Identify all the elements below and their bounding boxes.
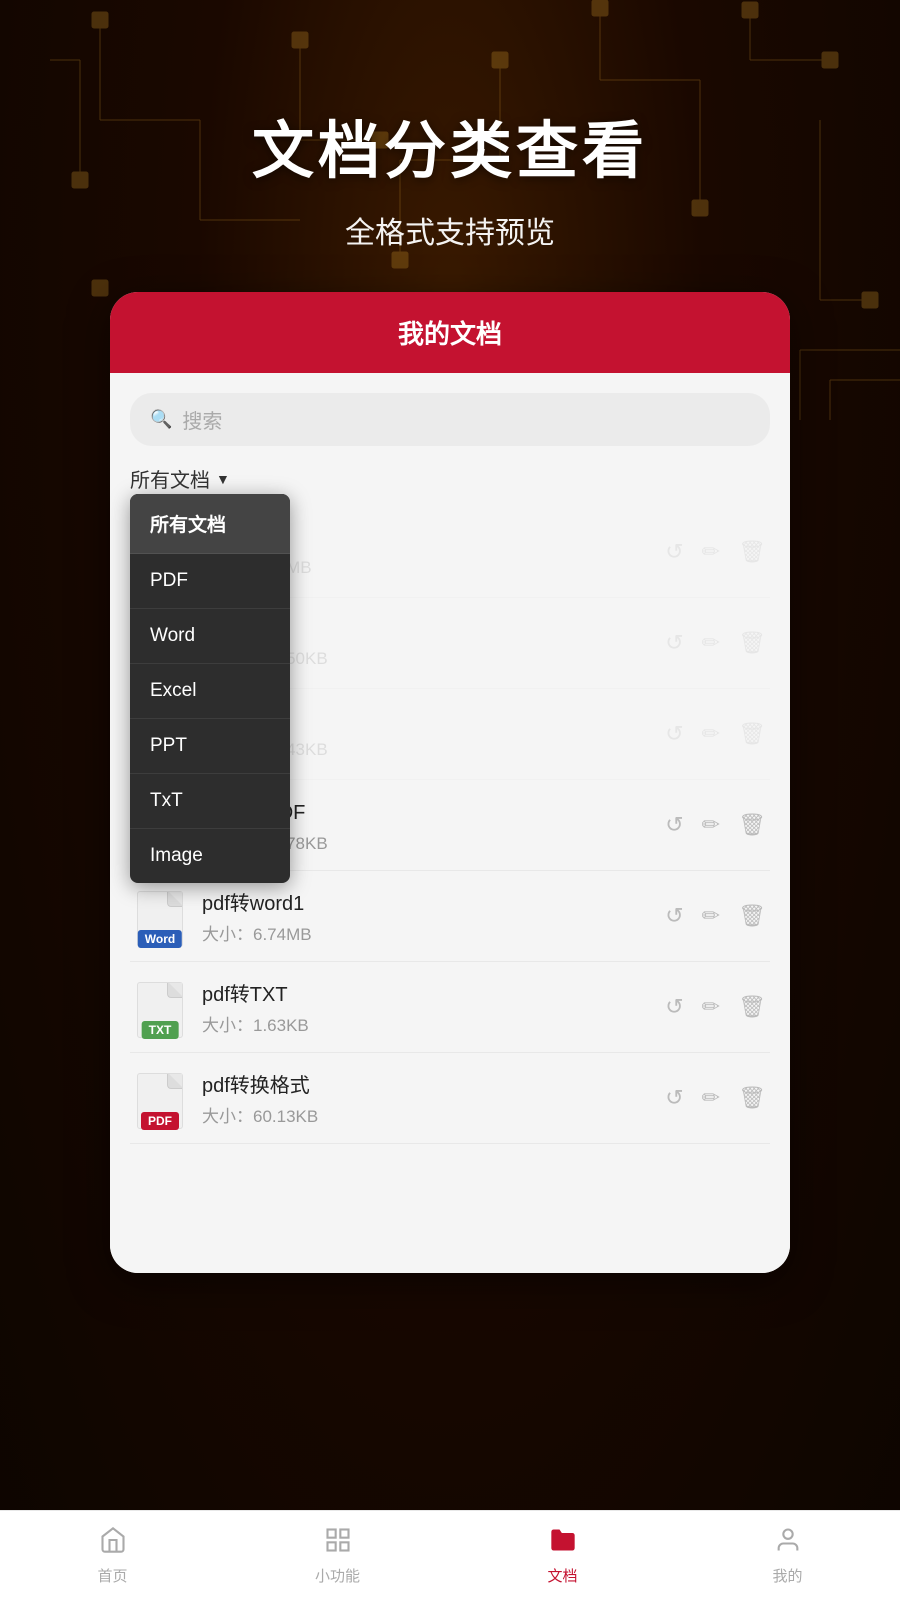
dropdown-item-excel[interactable]: Excel	[130, 664, 290, 719]
search-icon: 🔍	[150, 409, 172, 430]
nav-item-home[interactable]: 首页	[0, 1511, 225, 1600]
file-badge: PDF	[141, 1112, 179, 1130]
file-name: pdf转TXT	[202, 978, 649, 1007]
file-name: pdf转word1	[202, 887, 649, 916]
search-bar[interactable]: 🔍 搜索	[130, 393, 770, 446]
nav-item-tools[interactable]: 小功能	[225, 1511, 450, 1600]
file-info: pdf转TXT 大小：1.63KB	[202, 978, 649, 1036]
file-icon-paper: PDF	[137, 1073, 183, 1129]
share-icon[interactable]: ↺	[665, 1085, 683, 1111]
card-header: 我的文档	[110, 292, 790, 373]
search-placeholder-text: 搜索	[182, 405, 222, 434]
filter-label: 所有文档	[130, 464, 210, 493]
nav-item-docs[interactable]: 文档	[450, 1511, 675, 1600]
nav-label-profile: 我的	[772, 1565, 802, 1586]
file-info: pdf转换格式 大小：60.13KB	[202, 1069, 649, 1127]
edit-icon[interactable]: ✏	[702, 630, 720, 656]
file-size: 大小：6.74MB	[202, 920, 649, 945]
delete-icon[interactable]: 🗑	[738, 1085, 766, 1111]
dropdown-item-all[interactable]: 所有文档	[130, 494, 290, 554]
dropdown-item-word[interactable]: Word	[130, 609, 290, 664]
dropdown-item-pdf[interactable]: PDF	[130, 554, 290, 609]
card-body: 🔍 搜索 所有文档 ▼ 所有文档 PDF Word Excel PPT TxT …	[110, 373, 790, 1273]
card-header-title: 我的文档	[130, 314, 770, 351]
delete-icon[interactable]: 🗑	[738, 630, 766, 656]
header-subtitle: 全格式支持预览	[0, 208, 900, 252]
nav-item-profile[interactable]: 我的	[675, 1511, 900, 1600]
file-badge: Word	[138, 930, 182, 948]
file-size: 大小：60.13KB	[202, 1102, 649, 1127]
edit-icon[interactable]: ✏	[702, 994, 720, 1020]
nav-label-home: 首页	[97, 1565, 127, 1586]
file-badge: TXT	[142, 1021, 179, 1039]
filter-arrow-icon[interactable]: ▼	[216, 471, 230, 487]
file-item[interactable]: Word pdf转word1 大小：6.74MB ↺ ✏ 🗑	[130, 871, 770, 962]
delete-icon[interactable]: 🗑	[738, 721, 766, 747]
file-icon: Word	[134, 885, 186, 947]
file-icon-paper: Word	[137, 891, 183, 947]
home-icon	[99, 1526, 127, 1561]
bottom-nav: 首页 小功能 文档 我的	[0, 1510, 900, 1600]
header-section: 文档分类查看 全格式支持预览	[0, 0, 900, 252]
file-size: 大小：1.63KB	[202, 1011, 649, 1036]
edit-icon[interactable]: ✏	[702, 539, 720, 565]
delete-icon[interactable]: 🗑	[738, 539, 766, 565]
dropdown-item-image[interactable]: Image	[130, 829, 290, 883]
edit-icon[interactable]: ✏	[702, 903, 720, 929]
edit-icon[interactable]: ✏	[702, 812, 720, 838]
share-icon[interactable]: ↺	[665, 721, 683, 747]
person-icon	[774, 1526, 802, 1561]
file-actions: ↺ ✏ 🗑	[665, 1085, 766, 1111]
share-icon[interactable]: ↺	[665, 539, 683, 565]
share-icon[interactable]: ↺	[665, 630, 683, 656]
edit-icon[interactable]: ✏	[702, 721, 720, 747]
file-icon-paper: TXT	[137, 982, 183, 1038]
delete-icon[interactable]: 🗑	[738, 903, 766, 929]
share-icon[interactable]: ↺	[665, 903, 683, 929]
dropdown-item-ppt[interactable]: PPT	[130, 719, 290, 774]
file-icon: TXT	[134, 976, 186, 1038]
share-icon[interactable]: ↺	[665, 812, 683, 838]
grid-icon	[324, 1526, 352, 1561]
file-actions: ↺ ✏ 🗑	[665, 630, 766, 656]
main-card: 我的文档 🔍 搜索 所有文档 ▼ 所有文档 PDF Word Excel PPT…	[110, 292, 790, 1273]
folder-icon	[549, 1526, 577, 1561]
file-actions: ↺ ✏ 🗑	[665, 994, 766, 1020]
share-icon[interactable]: ↺	[665, 994, 683, 1020]
file-name: pdf转换格式	[202, 1069, 649, 1098]
file-actions: ↺ ✏ 🗑	[665, 539, 766, 565]
edit-icon[interactable]: ✏	[702, 1085, 720, 1111]
header-title: 文档分类查看	[0, 100, 900, 190]
nav-label-tools: 小功能	[315, 1565, 360, 1586]
file-actions: ↺ ✏ 🗑	[665, 903, 766, 929]
file-actions: ↺ ✏ 🗑	[665, 721, 766, 747]
delete-icon[interactable]: 🗑	[738, 994, 766, 1020]
dropdown-item-txt[interactable]: TxT	[130, 774, 290, 829]
file-actions: ↺ ✏ 🗑	[665, 812, 766, 838]
file-item[interactable]: PDF pdf转换格式 大小：60.13KB ↺ ✏ 🗑	[130, 1053, 770, 1144]
file-item[interactable]: TXT pdf转TXT 大小：1.63KB ↺ ✏ 🗑	[130, 962, 770, 1053]
nav-label-docs: 文档	[547, 1565, 577, 1586]
filter-row: 所有文档 ▼ 所有文档 PDF Word Excel PPT TxT Image	[130, 464, 770, 493]
file-icon: PDF	[134, 1067, 186, 1129]
dropdown-menu: 所有文档 PDF Word Excel PPT TxT Image	[130, 494, 290, 883]
delete-icon[interactable]: 🗑	[738, 812, 766, 838]
file-info: pdf转word1 大小：6.74MB	[202, 887, 649, 945]
